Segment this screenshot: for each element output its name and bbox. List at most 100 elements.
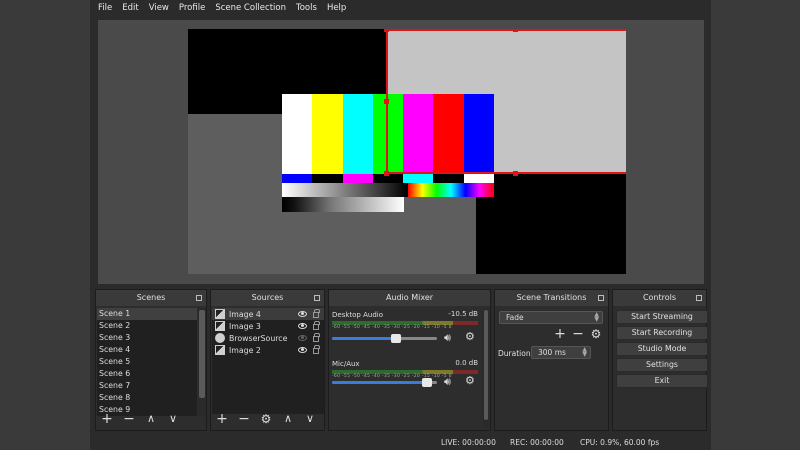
slider-knob[interactable] [422, 378, 433, 387]
remove-source-icon[interactable]: − [237, 412, 251, 426]
source-item[interactable]: Image 3 [212, 320, 324, 332]
undock-icon[interactable] [598, 295, 604, 301]
preview-canvas[interactable] [188, 29, 626, 274]
transition-select[interactable]: Fade ▲ ▼ [499, 311, 603, 324]
cpu-fps: CPU: 0.9%, 60.00 fps [580, 438, 660, 447]
sources-list: Image 4 Image 3 BrowserSource Image 2 [212, 308, 324, 414]
scene-item[interactable]: Scene 7 [97, 380, 197, 392]
scene-item[interactable]: Scene 1 [97, 308, 197, 320]
source-label: Image 2 [229, 345, 261, 355]
studio-mode-button[interactable]: Studio Mode [616, 342, 708, 356]
selection-box [386, 29, 626, 174]
obs-window: File Edit View Profile Scene Collection … [90, 0, 711, 450]
add-source-icon[interactable]: + [215, 412, 229, 426]
duration-value: 300 ms [538, 348, 566, 357]
speaker-icon[interactable]: 🔊︎ [444, 331, 451, 345]
scene-item[interactable]: Scene 8 [97, 392, 197, 404]
mixer-scrollbar[interactable] [483, 308, 489, 428]
menu-help[interactable]: Help [327, 3, 346, 13]
volume-slider[interactable] [332, 334, 437, 343]
resize-handle-bl[interactable] [384, 171, 389, 176]
scene-transitions-dock-title: Scene Transitions [495, 290, 608, 306]
lock-icon[interactable] [313, 321, 320, 330]
channel-name: Desktop Audio [332, 311, 383, 319]
move-up-icon[interactable]: ∧ [144, 412, 158, 426]
scene-item[interactable]: Scene 6 [97, 368, 197, 380]
scenes-toolbar: + − ∧ ∨ [100, 412, 180, 426]
scenes-scrollbar[interactable] [198, 308, 206, 416]
audio-mixer-dock-title: Audio Mixer [329, 290, 490, 306]
speaker-icon[interactable]: 🔊︎ [444, 375, 451, 389]
gear-icon[interactable]: ⚙ [465, 374, 475, 387]
start-streaming-button[interactable]: Start Streaming [616, 310, 708, 324]
spin-arrows-icon: ▲ ▼ [582, 346, 587, 358]
start-recording-button[interactable]: Start Recording [616, 326, 708, 340]
exit-button[interactable]: Exit [616, 374, 708, 388]
menu-profile[interactable]: Profile [179, 3, 205, 13]
image-icon [215, 345, 225, 355]
undock-icon[interactable] [696, 295, 702, 301]
sources-dock-title: Sources [211, 290, 324, 306]
scenes-dock: Scenes Scene 1 Scene 2 Scene 3 Scene 4 S… [95, 289, 207, 431]
source-label: BrowserSource [229, 333, 288, 343]
source-label: Image 4 [229, 309, 261, 319]
scenes-list: Scene 1 Scene 2 Scene 3 Scene 4 Scene 5 … [97, 308, 197, 416]
add-scene-icon[interactable]: + [100, 412, 114, 426]
live-timer: LIVE: 00:00:00 [441, 438, 496, 447]
status-bar: LIVE: 00:00:00 REC: 00:00:00 CPU: 0.9%, … [90, 434, 711, 450]
scenes-dock-title: Scenes [96, 290, 206, 306]
move-down-icon[interactable]: ∨ [303, 412, 317, 426]
menu-edit[interactable]: Edit [122, 3, 138, 13]
scrollbar-thumb[interactable] [199, 310, 205, 398]
resize-handle-bm[interactable] [513, 171, 518, 176]
mixer-channel-desktop: Desktop Audio -10.5 dB -60 -55 -50 -45 -… [332, 310, 478, 360]
sources-toolbar: + − ⚙ ∧ ∨ [215, 412, 317, 426]
menu-scene-collection[interactable]: Scene Collection [215, 3, 286, 13]
gear-icon[interactable]: ⚙ [259, 412, 273, 426]
undock-icon[interactable] [196, 295, 202, 301]
source-item[interactable]: Image 4 [212, 308, 324, 320]
scrollbar-thumb[interactable] [484, 310, 488, 420]
duration-spinbox[interactable]: 300 ms ▲ ▼ [531, 346, 591, 359]
source-item[interactable]: Image 2 [212, 344, 324, 356]
menu-tools[interactable]: Tools [296, 3, 317, 13]
preview-area[interactable] [98, 20, 704, 284]
visibility-eye-icon[interactable] [298, 311, 307, 317]
meter-ticks: -60 -55 -50 -45 -40 -35 -30 -25 -20 -15 … [332, 374, 452, 379]
docks-row: Scenes Scene 1 Scene 2 Scene 3 Scene 4 S… [95, 289, 708, 431]
visibility-eye-icon[interactable] [298, 347, 307, 353]
channel-name: Mic/Aux [332, 360, 360, 368]
visibility-eye-icon[interactable] [298, 323, 307, 329]
menu-view[interactable]: View [149, 3, 169, 13]
undock-icon[interactable] [314, 295, 320, 301]
remove-scene-icon[interactable]: − [122, 412, 136, 426]
move-up-icon[interactable]: ∧ [281, 412, 295, 426]
move-down-icon[interactable]: ∨ [166, 412, 180, 426]
resize-handle-ml[interactable] [384, 99, 389, 104]
settings-button[interactable]: Settings [616, 358, 708, 372]
scene-item[interactable]: Scene 4 [97, 344, 197, 356]
volume-slider[interactable] [332, 378, 437, 387]
sources-dock: Sources Image 4 Image 3 BrowserSource Im… [210, 289, 325, 431]
source-item[interactable]: BrowserSource [212, 332, 324, 344]
scene-item[interactable]: Scene 3 [97, 332, 197, 344]
menu-bar: File Edit View Profile Scene Collection … [90, 0, 711, 16]
meter-ticks: -60 -55 -50 -45 -40 -35 -30 -25 -20 -15 … [332, 325, 452, 330]
lock-icon[interactable] [313, 309, 320, 318]
menu-file[interactable]: File [98, 3, 112, 13]
gear-icon[interactable]: ⚙ [589, 327, 603, 341]
remove-transition-icon[interactable]: − [571, 327, 585, 341]
slider-knob[interactable] [390, 334, 401, 343]
channel-db: 0.0 dB [455, 359, 478, 367]
globe-icon [215, 333, 225, 343]
resize-handle-tl[interactable] [384, 29, 389, 32]
lock-icon[interactable] [313, 345, 320, 354]
scene-item[interactable]: Scene 5 [97, 356, 197, 368]
visibility-eye-icon[interactable] [298, 335, 307, 341]
lock-icon[interactable] [313, 333, 320, 342]
resize-handle-tm[interactable] [513, 29, 518, 32]
add-transition-icon[interactable]: + [553, 327, 567, 341]
gear-icon[interactable]: ⚙ [465, 330, 475, 343]
volume-fill [332, 381, 423, 384]
scene-item[interactable]: Scene 2 [97, 320, 197, 332]
